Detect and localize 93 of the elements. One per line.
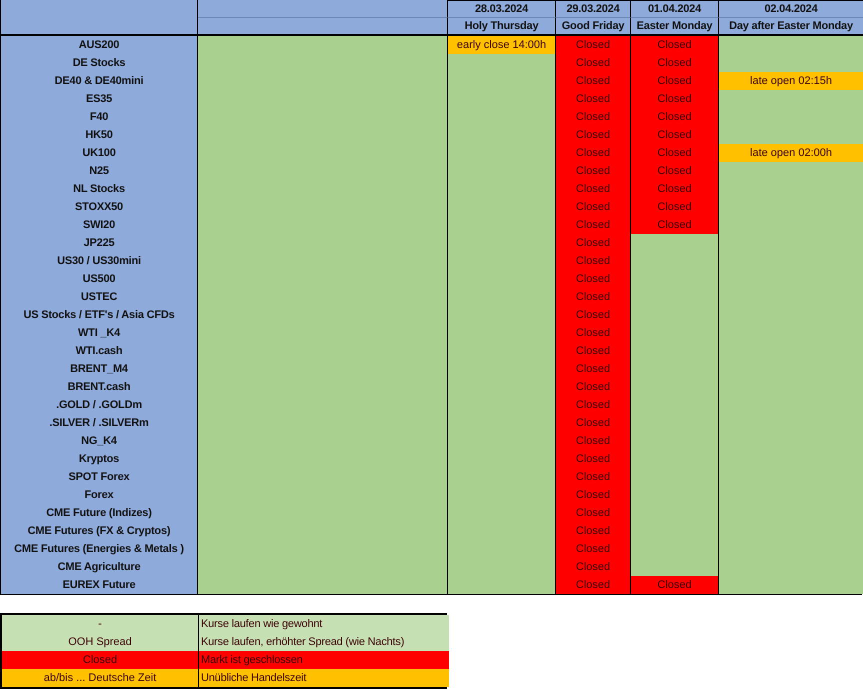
instrument-name: WTI.cash	[1, 342, 198, 360]
instrument-name: JP225	[1, 234, 198, 252]
table-cell: Closed	[556, 288, 631, 306]
table-cell: Closed	[631, 72, 719, 90]
column-header: Holy Thursday	[448, 18, 556, 36]
instrument-name: STOXX50	[1, 198, 198, 216]
table-cell: Closed	[556, 540, 631, 558]
instrument-name: CME Agriculture	[1, 558, 198, 576]
legend-symbol: OOH Spread	[2, 633, 199, 651]
table-cell: Closed	[556, 270, 631, 288]
instrument-name: SWI20	[1, 216, 198, 234]
table-cell: Closed	[556, 324, 631, 342]
table-cell: Closed	[631, 36, 719, 54]
table-cell: late open 02:15h	[719, 72, 863, 90]
table-cell: Closed	[556, 378, 631, 396]
table-cell: Closed	[631, 180, 719, 198]
table-cell: Closed	[556, 180, 631, 198]
table-cell: Closed	[631, 144, 719, 162]
table-cell: Closed	[556, 396, 631, 414]
table-cell: Closed	[556, 486, 631, 504]
legend-symbol: -	[2, 615, 199, 633]
table-cell: Closed	[556, 432, 631, 450]
instrument-name: .SILVER / .SILVERm	[1, 414, 198, 432]
table-cell: Closed	[556, 90, 631, 108]
instrument-name: NG_K4	[1, 432, 198, 450]
table-cell: early close 14:00h	[448, 36, 556, 54]
table-cell: Closed	[556, 576, 631, 594]
column-date: 02.04.2024	[719, 0, 863, 18]
instrument-name: Forex	[1, 486, 198, 504]
instrument-name: AUS200	[1, 36, 198, 54]
instrument-name: US Stocks / ETF's / Asia CFDs	[1, 306, 198, 324]
table-cell: Closed	[631, 576, 719, 594]
table-cell: Closed	[556, 414, 631, 432]
table-cell: Closed	[631, 162, 719, 180]
table-cell: Closed	[556, 504, 631, 522]
table-cell: Closed	[556, 522, 631, 540]
table-cell: Closed	[631, 198, 719, 216]
table-cell: Closed	[556, 252, 631, 270]
table-cell: Closed	[556, 468, 631, 486]
table-cell: Closed	[556, 126, 631, 144]
column-header: Easter Monday	[631, 18, 719, 36]
instrument-name: US30 / US30mini	[1, 252, 198, 270]
instrument-name: USTEC	[1, 288, 198, 306]
table-cell: Closed	[631, 54, 719, 72]
legend-symbol: Closed	[2, 651, 199, 669]
instrument-name: ES35	[1, 90, 198, 108]
instrument-name: DE Stocks	[1, 54, 198, 72]
column-date: 29.03.2024	[556, 0, 631, 18]
table-cell: Closed	[631, 216, 719, 234]
legend-description: Kurse laufen, erhöhter Spread (wie Nachts)	[199, 633, 449, 651]
column-header: Day after Easter Monday	[719, 18, 863, 36]
column-date: 01.04.2024	[631, 0, 719, 18]
instrument-name: CME Futures (Energies & Metals )	[1, 540, 198, 558]
table-cell: Closed	[556, 72, 631, 90]
instrument-name: Kryptos	[1, 450, 198, 468]
instrument-name: DE40 & DE40mini	[1, 72, 198, 90]
table-cell: Closed	[556, 360, 631, 378]
instrument-name: US500	[1, 270, 198, 288]
table-cell: Closed	[556, 450, 631, 468]
table-cell: Closed	[556, 558, 631, 576]
instrument-name: SPOT Forex	[1, 468, 198, 486]
instrument-name: WTI _K4	[1, 324, 198, 342]
table-cell: Closed	[556, 342, 631, 360]
table-cell: Closed	[556, 54, 631, 72]
table-cell: Closed	[631, 108, 719, 126]
instrument-name: CME Future (Indizes)	[1, 504, 198, 522]
table-cell: Closed	[631, 126, 719, 144]
instrument-name: CME Futures (FX & Cryptos)	[1, 522, 198, 540]
table-cell: Closed	[556, 234, 631, 252]
column-header: Good Friday	[556, 18, 631, 36]
table-cell: Closed	[556, 162, 631, 180]
table-cell: Closed	[631, 90, 719, 108]
instrument-name: BRENT_M4	[1, 360, 198, 378]
table-cell: late open 02:00h	[719, 144, 863, 162]
table-cell: Closed	[556, 144, 631, 162]
instrument-name: .GOLD / .GOLDm	[1, 396, 198, 414]
legend-description: Markt ist geschlossen	[199, 651, 449, 669]
instrument-name: F40	[1, 108, 198, 126]
legend-symbol: ab/bis ... Deutsche Zeit	[2, 669, 199, 687]
table-cell: Closed	[556, 198, 631, 216]
legend-description: Unübliche Handelszeit	[199, 669, 449, 687]
table-cell: Closed	[556, 108, 631, 126]
instrument-name: HK50	[1, 126, 198, 144]
instrument-name: NL Stocks	[1, 180, 198, 198]
legend-description: Kurse laufen wie gewohnt	[199, 615, 449, 633]
instrument-name: BRENT.cash	[1, 378, 198, 396]
instrument-name: N25	[1, 162, 198, 180]
column-date: 28.03.2024	[448, 0, 556, 18]
instrument-name: EUREX Future	[1, 576, 198, 594]
table-cell: Closed	[556, 36, 631, 54]
instrument-name: UK100	[1, 144, 198, 162]
table-cell: Closed	[556, 306, 631, 324]
table-cell: Closed	[556, 216, 631, 234]
